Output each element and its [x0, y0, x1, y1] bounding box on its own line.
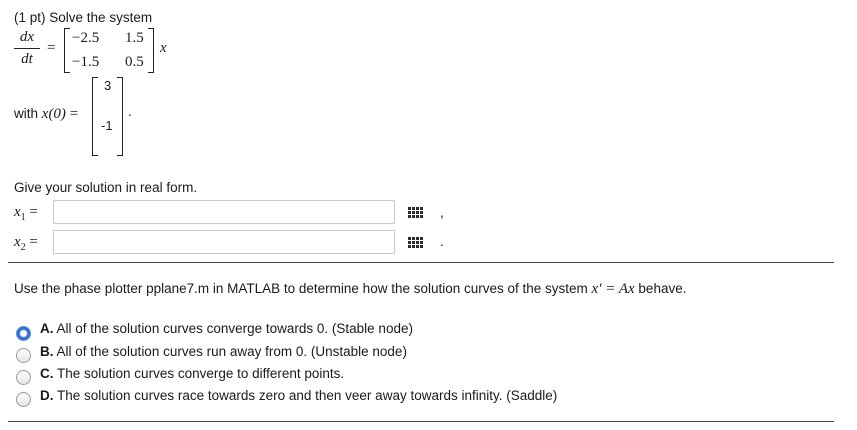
- option-d[interactable]: D. The solution curves race towards zero…: [40, 388, 557, 403]
- phase-question: Use the phase plotter pplane7.m in MATLA…: [14, 281, 686, 298]
- problem-header: (1 pt) Solve the system: [14, 10, 152, 25]
- question-math: x′ = Ax: [591, 281, 635, 297]
- option-b[interactable]: B. All of the solution curves run away f…: [40, 344, 407, 359]
- option-d-radio[interactable]: [16, 392, 31, 407]
- vector-variable: x: [160, 40, 167, 56]
- option-b-radio[interactable]: [16, 348, 31, 363]
- matrix-a12: 1.5: [125, 30, 144, 46]
- ic-with-text: with: [14, 106, 39, 121]
- option-c-letter: C.: [40, 366, 54, 381]
- fraction-denominator: dt: [21, 51, 33, 67]
- fraction-numerator: dx: [19, 29, 35, 45]
- matrix-a11: −2.5: [72, 30, 100, 46]
- grid-icon: [407, 206, 423, 218]
- option-b-letter: B.: [40, 344, 54, 359]
- x1-answer-input[interactable]: [53, 200, 395, 224]
- points-label: (1 pt): [14, 10, 46, 25]
- answer-label-x1: x1 =: [14, 204, 38, 223]
- answer-trail-x1: ,: [440, 205, 444, 220]
- x2-equation-editor-button[interactable]: [397, 230, 433, 254]
- x2-answer-input[interactable]: [53, 230, 395, 254]
- matrix-a21: −1.5: [72, 54, 100, 70]
- instruction-text: Give your solution in real form.: [14, 180, 198, 195]
- option-a-text: All of the solution curves converge towa…: [56, 321, 413, 336]
- section-divider: [8, 262, 834, 263]
- option-c[interactable]: C. The solution curves converge to diffe…: [40, 366, 344, 381]
- option-c-radio[interactable]: [16, 370, 31, 385]
- ic-label: with x(0) =: [14, 106, 79, 122]
- problem-intro: Solve the system: [49, 10, 153, 25]
- ic-variable: x(0): [41, 106, 66, 122]
- option-d-letter: D.: [40, 388, 54, 403]
- option-c-text: The solution curves converge to differen…: [57, 366, 345, 381]
- ic-period: .: [128, 104, 132, 119]
- option-a[interactable]: A. All of the solution curves converge t…: [40, 321, 413, 336]
- answer-label-x2: x2 =: [14, 234, 38, 253]
- answer-trail-x2: .: [440, 234, 444, 249]
- bottom-divider: [8, 421, 834, 422]
- question-text-before: Use the phase plotter pplane7.m in MATLA…: [14, 281, 592, 296]
- question-text-after: behave.: [634, 281, 687, 296]
- ic-component-2: -1: [101, 118, 113, 133]
- derivative-fraction: dx dt: [14, 29, 40, 68]
- equals-sign: =: [47, 40, 56, 56]
- option-d-text: The solution curves race towards zero an…: [57, 388, 558, 403]
- option-b-text: All of the solution curves run away from…: [56, 344, 407, 359]
- grid-icon: [407, 236, 423, 248]
- x1-equation-editor-button[interactable]: [397, 200, 433, 224]
- matrix-a22: 0.5: [125, 54, 144, 70]
- option-a-letter: A.: [40, 321, 54, 336]
- option-a-radio[interactable]: [16, 326, 31, 341]
- ic-component-1: 3: [104, 78, 112, 93]
